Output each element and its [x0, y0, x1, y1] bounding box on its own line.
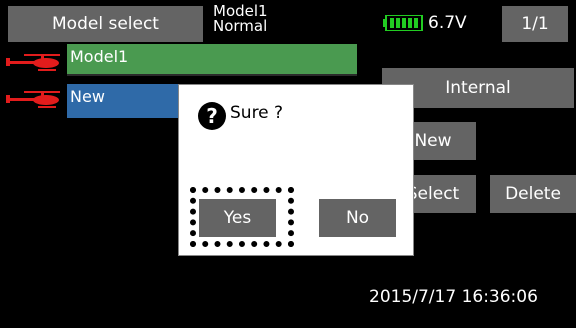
question-icon: ? — [198, 102, 226, 130]
current-model-status: Model1 Normal — [213, 4, 268, 34]
delete-model-label: Delete — [505, 184, 561, 204]
no-button[interactable]: No — [319, 199, 396, 237]
delete-model-button[interactable]: Delete — [490, 175, 576, 213]
screen-title-button[interactable]: Model select — [8, 6, 203, 42]
screen-title: Model select — [52, 14, 159, 34]
battery-voltage: 6.7V — [428, 13, 467, 33]
battery-icon — [383, 15, 423, 31]
no-label: No — [345, 208, 370, 228]
model-select-screen: Model select Model1 Normal 6.7V 1/1 Mode… — [0, 0, 576, 328]
model-list-item-label: Model1 — [70, 47, 129, 66]
yes-button[interactable]: Yes — [199, 199, 276, 237]
internal-memory-label: Internal — [445, 78, 511, 98]
page-indicator: 1/1 — [521, 14, 549, 34]
svg-text:?: ? — [206, 104, 218, 128]
model-list-item-label: New — [70, 87, 105, 106]
datetime-display: 2015/7/17 16:36:06 — [369, 287, 538, 307]
page-indicator-button[interactable]: 1/1 — [502, 6, 568, 42]
yes-label: Yes — [223, 208, 252, 228]
model-list-item[interactable]: Model1 — [67, 44, 357, 76]
current-model-mode: Normal — [213, 17, 268, 35]
select-model-label: Select — [406, 184, 460, 204]
new-model-label: New — [414, 131, 452, 151]
helicopter-icon — [6, 91, 60, 108]
dialog-message: Sure ? — [230, 103, 284, 123]
helicopter-icon — [6, 54, 60, 71]
